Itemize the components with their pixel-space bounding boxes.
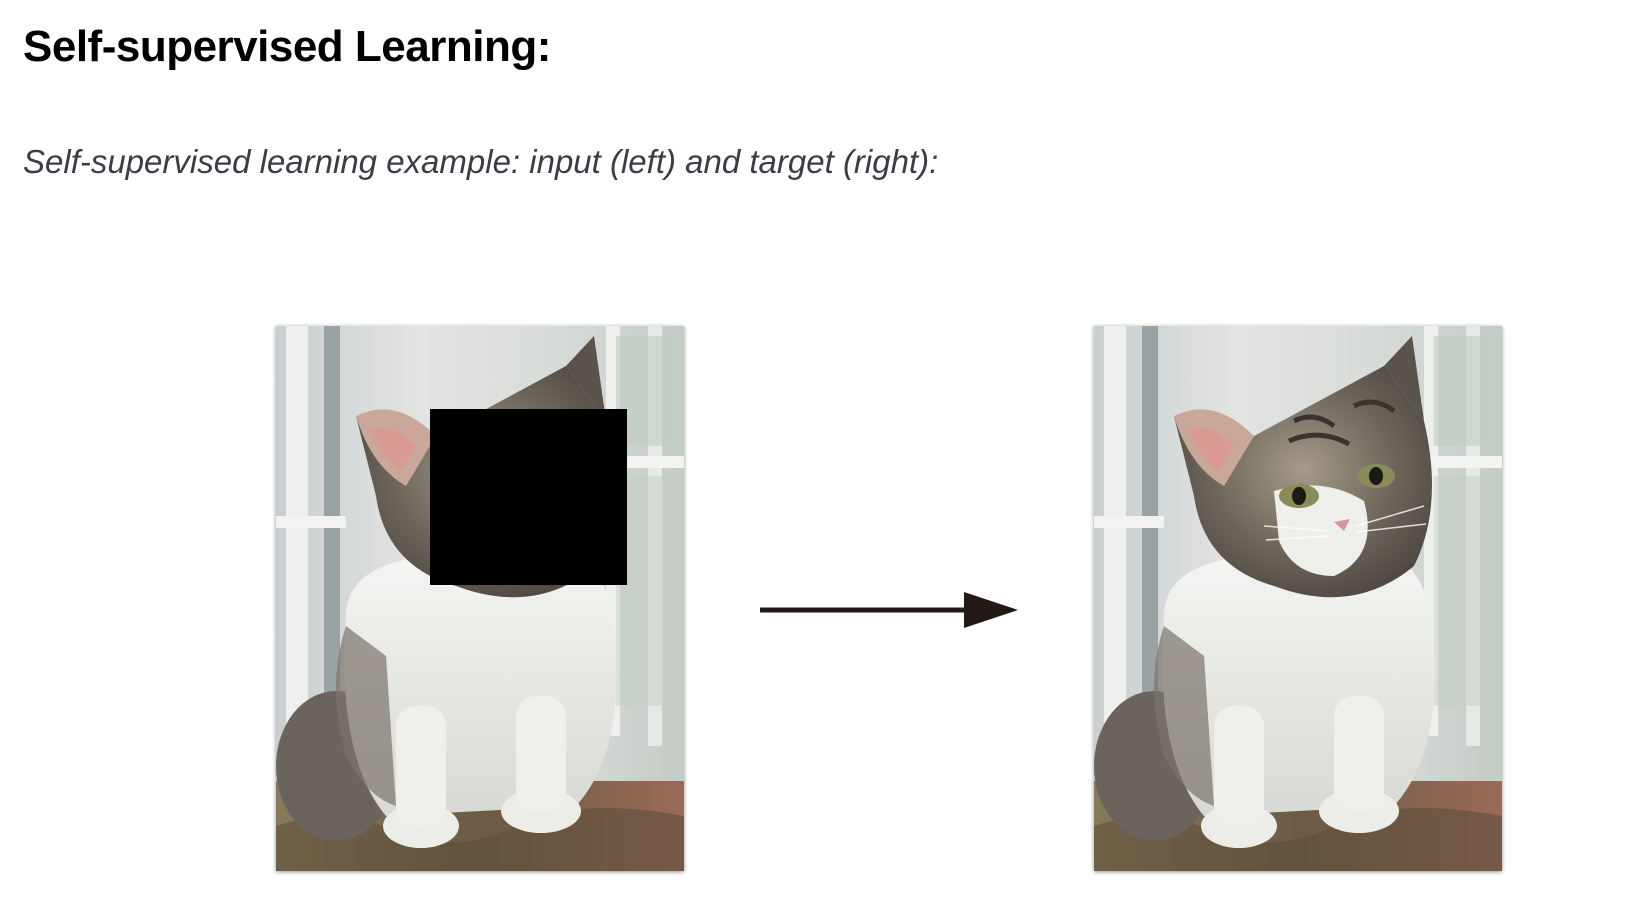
kitten-photo-input bbox=[276, 326, 684, 871]
kitten-photo-target bbox=[1094, 326, 1502, 871]
input-image bbox=[276, 326, 684, 871]
slide-subtitle: Self-supervised learning example: input … bbox=[23, 143, 939, 180]
occlusion-mask bbox=[430, 409, 627, 585]
target-image bbox=[1094, 326, 1502, 871]
arrow-right-icon bbox=[760, 592, 1018, 628]
slide-title: Self-supervised Learning: bbox=[23, 22, 551, 71]
